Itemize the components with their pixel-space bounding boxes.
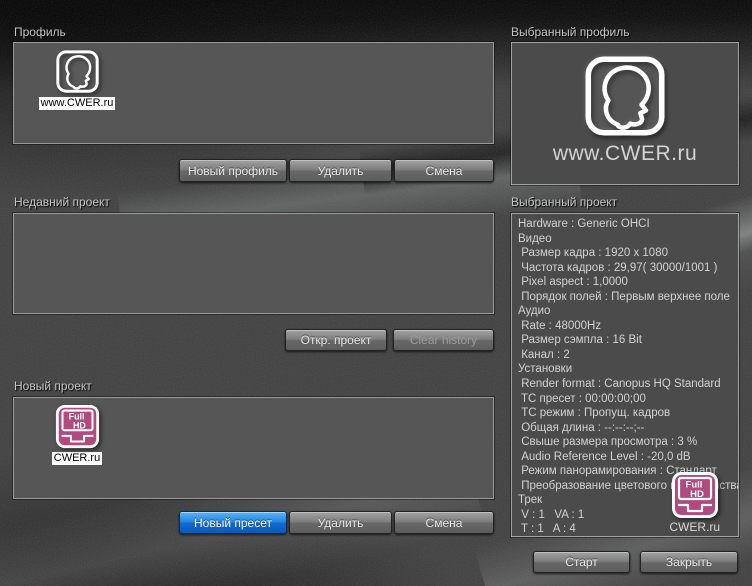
selected-project-preset-badge: Full HD CWER.ru (667, 471, 722, 534)
close-button[interactable]: Закрыть (640, 551, 738, 573)
clear-history-button: Clear history (393, 329, 494, 351)
fullhd-icon-text-line2: HD (72, 420, 85, 430)
new-project-listbox[interactable]: Full HD CWER.ru (13, 397, 494, 499)
preset-item-label: CWER.ru (52, 452, 102, 465)
delete-profile-button[interactable]: Удалить (289, 159, 392, 182)
change-profile-button[interactable]: Смена (394, 159, 494, 182)
start-button[interactable]: Старт (533, 551, 630, 573)
selected-profile-head-icon (583, 54, 667, 138)
selected-fullhd-icon: Full HD (671, 471, 719, 519)
profile-list-item[interactable]: www.CWER.ru (29, 49, 125, 110)
delete-preset-button[interactable]: Удалить (289, 511, 392, 534)
recent-project-section-label: Недавний проект (14, 195, 110, 209)
new-preset-button[interactable]: Новый пресет (179, 511, 287, 534)
selected-profile-name: www.CWER.ru (553, 142, 697, 166)
profile-item-label: www.CWER.ru (39, 97, 116, 110)
selected-project-section-label: Выбранный проект (511, 195, 617, 209)
preset-list-item[interactable]: Full HD CWER.ru (29, 404, 125, 465)
profile-head-icon (55, 49, 100, 94)
new-project-section-label: Новый проект (14, 379, 92, 393)
profile-section-label: Профиль (14, 25, 66, 39)
selected-preset-label: CWER.ru (667, 521, 722, 534)
selected-fullhd-icon-text-line2: HD (690, 489, 704, 500)
recent-project-listbox[interactable] (13, 213, 494, 314)
open-project-button[interactable]: Откр. проект (285, 329, 387, 351)
profile-listbox[interactable]: www.CWER.ru (13, 42, 494, 144)
new-profile-button[interactable]: Новый профиль (179, 159, 287, 182)
edius-startup-dialog: Профиль www.CWER.ru Новый профиль Удалит… (0, 0, 752, 586)
change-preset-button[interactable]: Смена (394, 511, 494, 534)
selected-profile-panel: www.CWER.ru (511, 42, 739, 185)
selected-profile-section-label: Выбранный профиль (511, 25, 629, 39)
selected-project-panel: Hardware : Generic OHCI Видео Размер кад… (511, 213, 739, 537)
fullhd-preset-icon: Full HD (55, 404, 100, 449)
